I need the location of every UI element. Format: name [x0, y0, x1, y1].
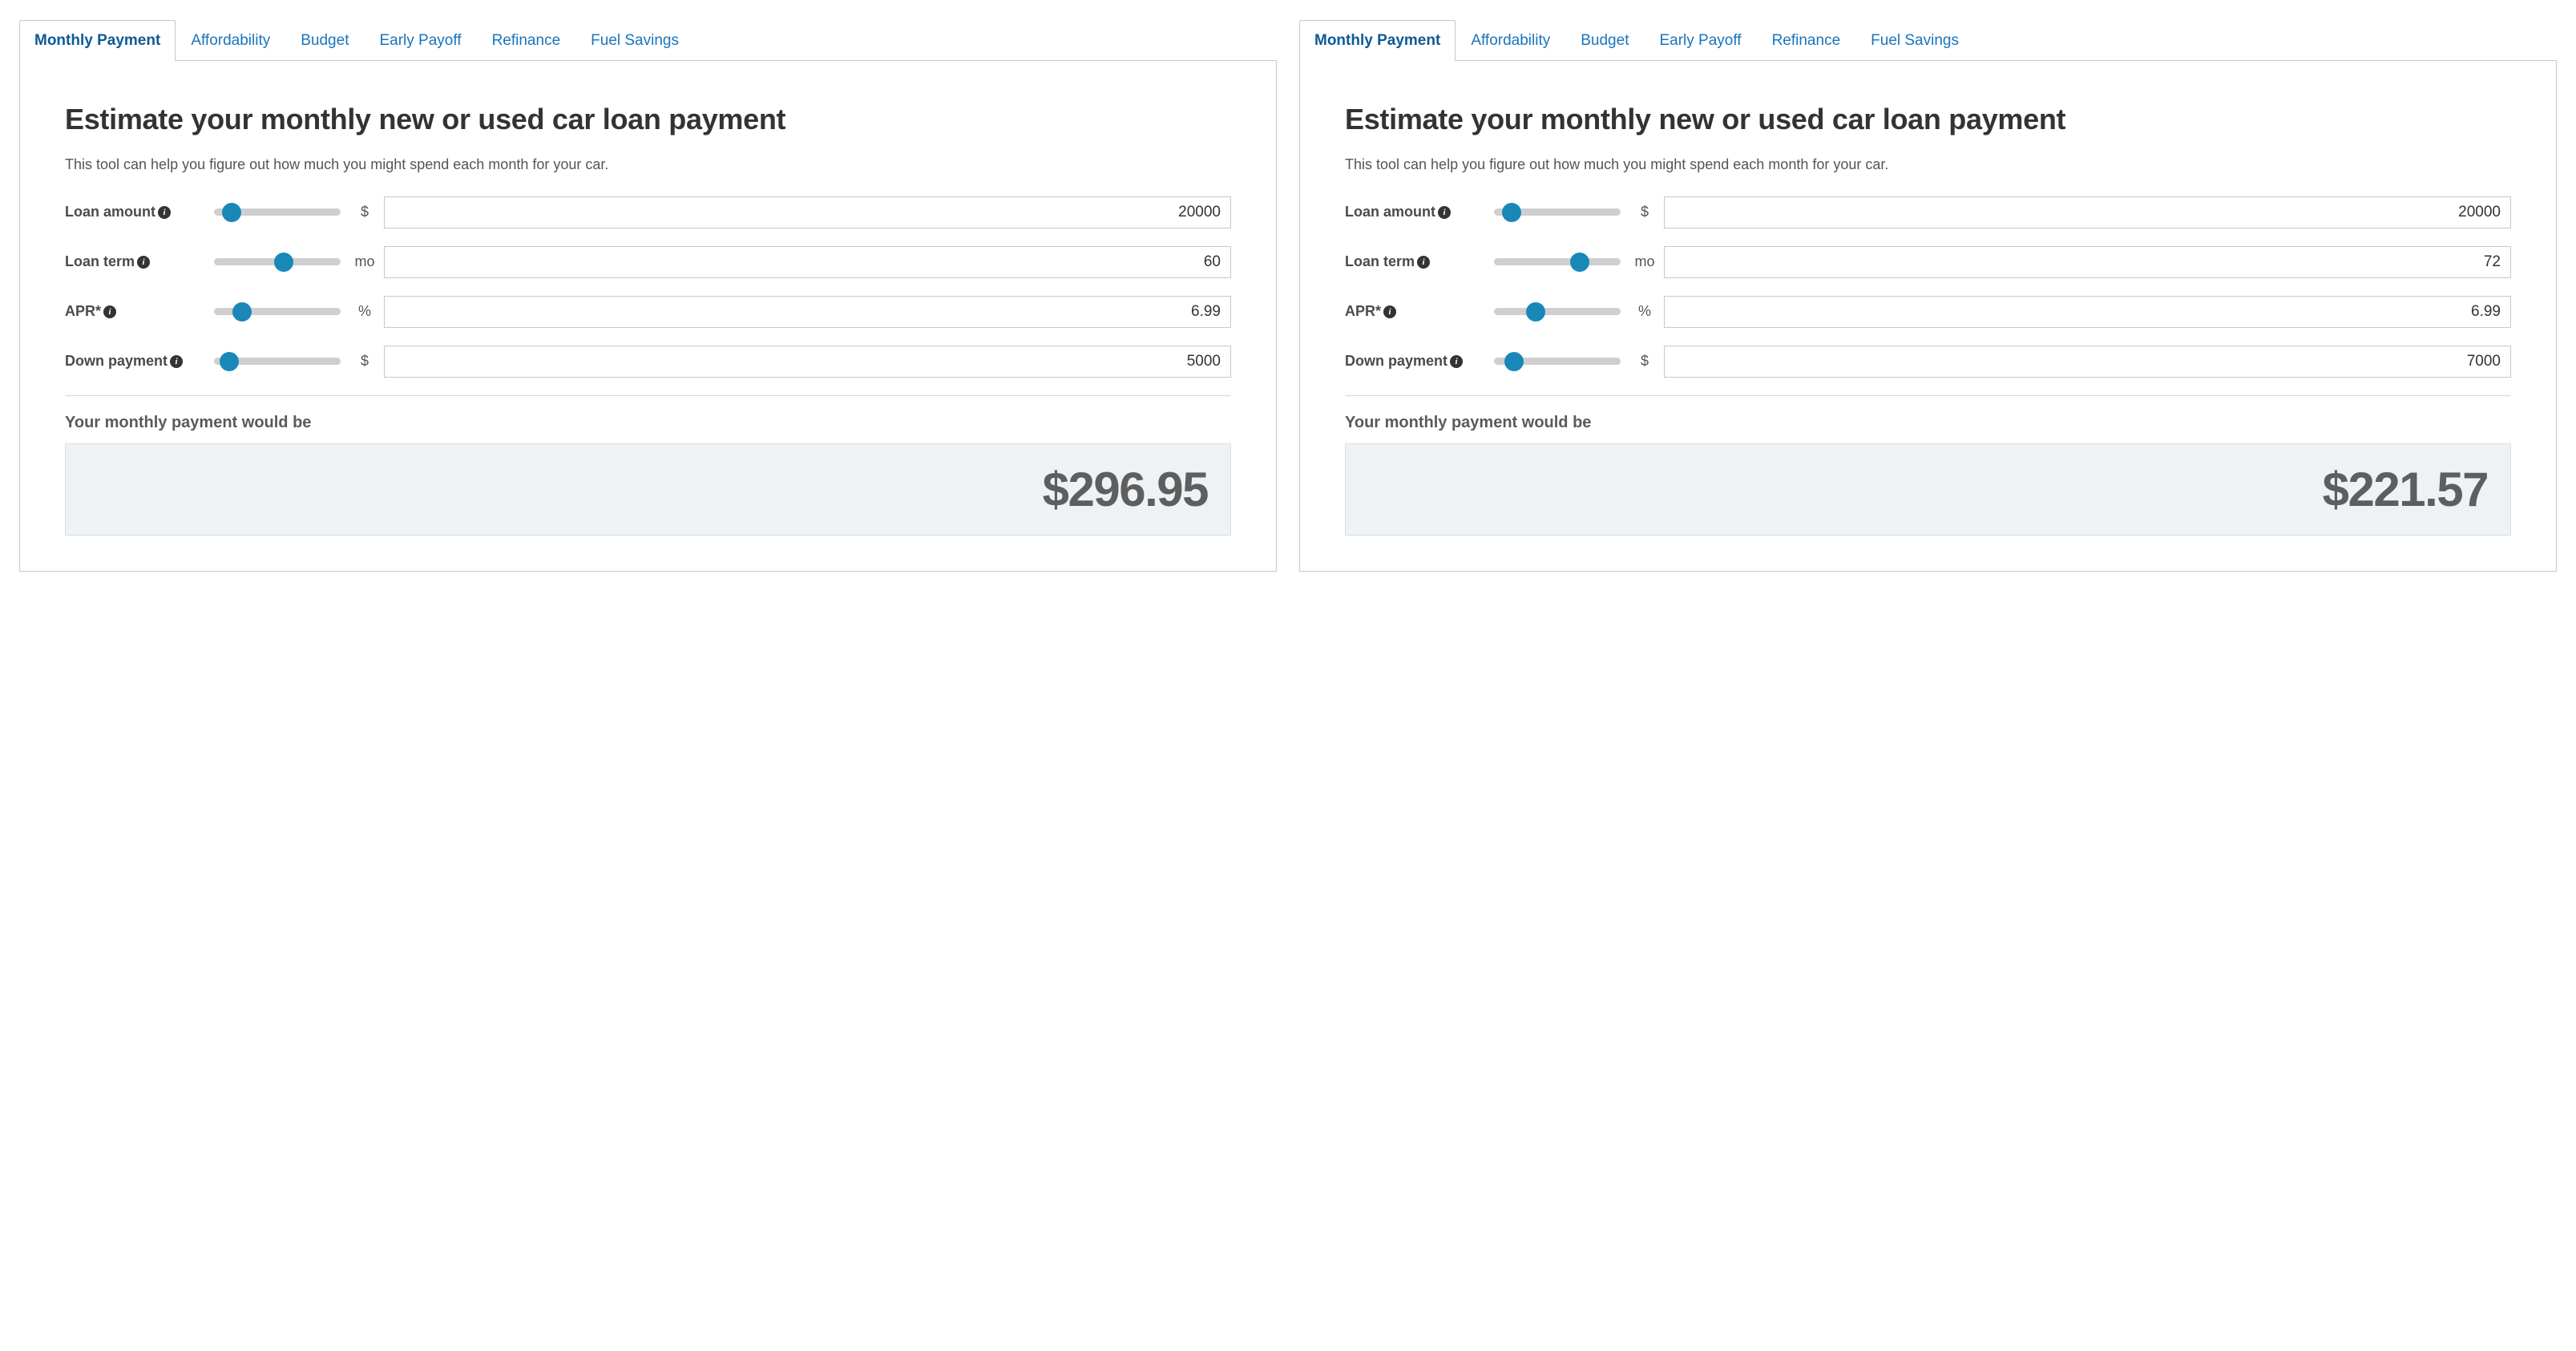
result-box: $221.57 — [1345, 443, 2511, 536]
label-down-payment: Down payment i — [65, 353, 209, 370]
input-loan-amount[interactable] — [1664, 196, 2511, 229]
tab-fuel-savings[interactable]: Fuel Savings — [1855, 20, 1974, 61]
label-text: Down payment — [1345, 353, 1447, 370]
row-apr: APR* i % — [65, 296, 1231, 328]
label-text: APR* — [1345, 303, 1381, 320]
tab-refinance[interactable]: Refinance — [477, 20, 576, 61]
tab-early-payoff[interactable]: Early Payoff — [364, 20, 476, 61]
row-loan-term: Loan term i mo — [65, 246, 1231, 278]
tab-budget[interactable]: Budget — [1565, 20, 1644, 61]
slider-loan-term[interactable] — [1489, 253, 1625, 272]
tab-fuel-savings[interactable]: Fuel Savings — [575, 20, 694, 61]
label-text: Loan amount — [1345, 204, 1435, 220]
label-text: Loan term — [65, 253, 135, 270]
page-title: Estimate your monthly new or used car lo… — [1345, 103, 2511, 136]
label-loan-term: Loan term i — [1345, 253, 1489, 270]
divider — [65, 395, 1231, 396]
calculator-panels: Monthly Payment Affordability Budget Ear… — [19, 19, 2557, 572]
slider-apr[interactable] — [1489, 302, 1625, 322]
calculator-content: Estimate your monthly new or used car lo… — [1300, 61, 2556, 571]
row-down-payment: Down payment i $ — [65, 346, 1231, 378]
calculator-content: Estimate your monthly new or used car lo… — [20, 61, 1276, 571]
unit-dollar: $ — [345, 353, 384, 370]
slider-thumb[interactable] — [1504, 352, 1524, 371]
tab-monthly-payment[interactable]: Monthly Payment — [19, 20, 176, 61]
slider-loan-term[interactable] — [209, 253, 345, 272]
result-label: Your monthly payment would be — [65, 414, 1231, 432]
row-apr: APR* i % — [1345, 296, 2511, 328]
tab-refinance[interactable]: Refinance — [1757, 20, 1856, 61]
row-loan-term: Loan term i mo — [1345, 246, 2511, 278]
unit-month: mo — [1625, 253, 1664, 270]
page-subtitle: This tool can help you figure out how mu… — [1345, 154, 2511, 175]
tab-affordability[interactable]: Affordability — [176, 20, 285, 61]
unit-dollar: $ — [1625, 353, 1664, 370]
label-loan-term: Loan term i — [65, 253, 209, 270]
slider-thumb[interactable] — [222, 203, 241, 222]
slider-down-payment[interactable] — [209, 352, 345, 371]
slider-thumb[interactable] — [1526, 302, 1545, 322]
tab-early-payoff[interactable]: Early Payoff — [1644, 20, 1756, 61]
result-value: $296.95 — [88, 462, 1208, 517]
unit-percent: % — [345, 303, 384, 320]
label-apr: APR* i — [65, 303, 209, 320]
tab-bar: Monthly Payment Affordability Budget Ear… — [1299, 19, 2557, 61]
slider-down-payment[interactable] — [1489, 352, 1625, 371]
result-label: Your monthly payment would be — [1345, 414, 2511, 432]
input-loan-amount[interactable] — [384, 196, 1231, 229]
tab-budget[interactable]: Budget — [285, 20, 364, 61]
label-apr: APR* i — [1345, 303, 1489, 320]
unit-dollar: $ — [1625, 204, 1664, 220]
unit-month: mo — [345, 253, 384, 270]
input-down-payment[interactable] — [1664, 346, 2511, 378]
unit-percent: % — [1625, 303, 1664, 320]
label-text: Down payment — [65, 353, 168, 370]
info-icon[interactable]: i — [137, 256, 150, 269]
row-loan-amount: Loan amount i $ — [1345, 196, 2511, 229]
slider-track — [1494, 258, 1621, 265]
label-loan-amount: Loan amount i — [65, 204, 209, 220]
result-box: $296.95 — [65, 443, 1231, 536]
slider-thumb[interactable] — [1502, 203, 1521, 222]
slider-loan-amount[interactable] — [1489, 203, 1625, 222]
input-loan-term[interactable] — [1664, 246, 2511, 278]
tab-affordability[interactable]: Affordability — [1456, 20, 1565, 61]
slider-thumb[interactable] — [1570, 253, 1589, 272]
label-text: Loan amount — [65, 204, 155, 220]
tab-bar: Monthly Payment Affordability Budget Ear… — [19, 19, 1277, 61]
divider — [1345, 395, 2511, 396]
page-title: Estimate your monthly new or used car lo… — [65, 103, 1231, 136]
slider-thumb[interactable] — [220, 352, 239, 371]
label-text: APR* — [65, 303, 101, 320]
info-icon[interactable]: i — [158, 206, 171, 219]
input-loan-term[interactable] — [384, 246, 1231, 278]
info-icon[interactable]: i — [1450, 355, 1463, 368]
label-text: Loan term — [1345, 253, 1415, 270]
slider-loan-amount[interactable] — [209, 203, 345, 222]
page-subtitle: This tool can help you figure out how mu… — [65, 154, 1231, 175]
label-loan-amount: Loan amount i — [1345, 204, 1489, 220]
input-down-payment[interactable] — [384, 346, 1231, 378]
row-down-payment: Down payment i $ — [1345, 346, 2511, 378]
calculator-panel: Monthly Payment Affordability Budget Ear… — [1299, 19, 2557, 572]
info-icon[interactable]: i — [1383, 305, 1396, 318]
info-icon[interactable]: i — [1438, 206, 1451, 219]
tab-monthly-payment[interactable]: Monthly Payment — [1299, 20, 1456, 61]
calculator-panel: Monthly Payment Affordability Budget Ear… — [19, 19, 1277, 572]
input-apr[interactable] — [1664, 296, 2511, 328]
slider-track — [1494, 308, 1621, 315]
input-apr[interactable] — [384, 296, 1231, 328]
slider-thumb[interactable] — [274, 253, 293, 272]
result-value: $221.57 — [1368, 462, 2488, 517]
info-icon[interactable]: i — [103, 305, 116, 318]
info-icon[interactable]: i — [170, 355, 183, 368]
label-down-payment: Down payment i — [1345, 353, 1489, 370]
slider-apr[interactable] — [209, 302, 345, 322]
info-icon[interactable]: i — [1417, 256, 1430, 269]
unit-dollar: $ — [345, 204, 384, 220]
slider-thumb[interactable] — [232, 302, 252, 322]
row-loan-amount: Loan amount i $ — [65, 196, 1231, 229]
